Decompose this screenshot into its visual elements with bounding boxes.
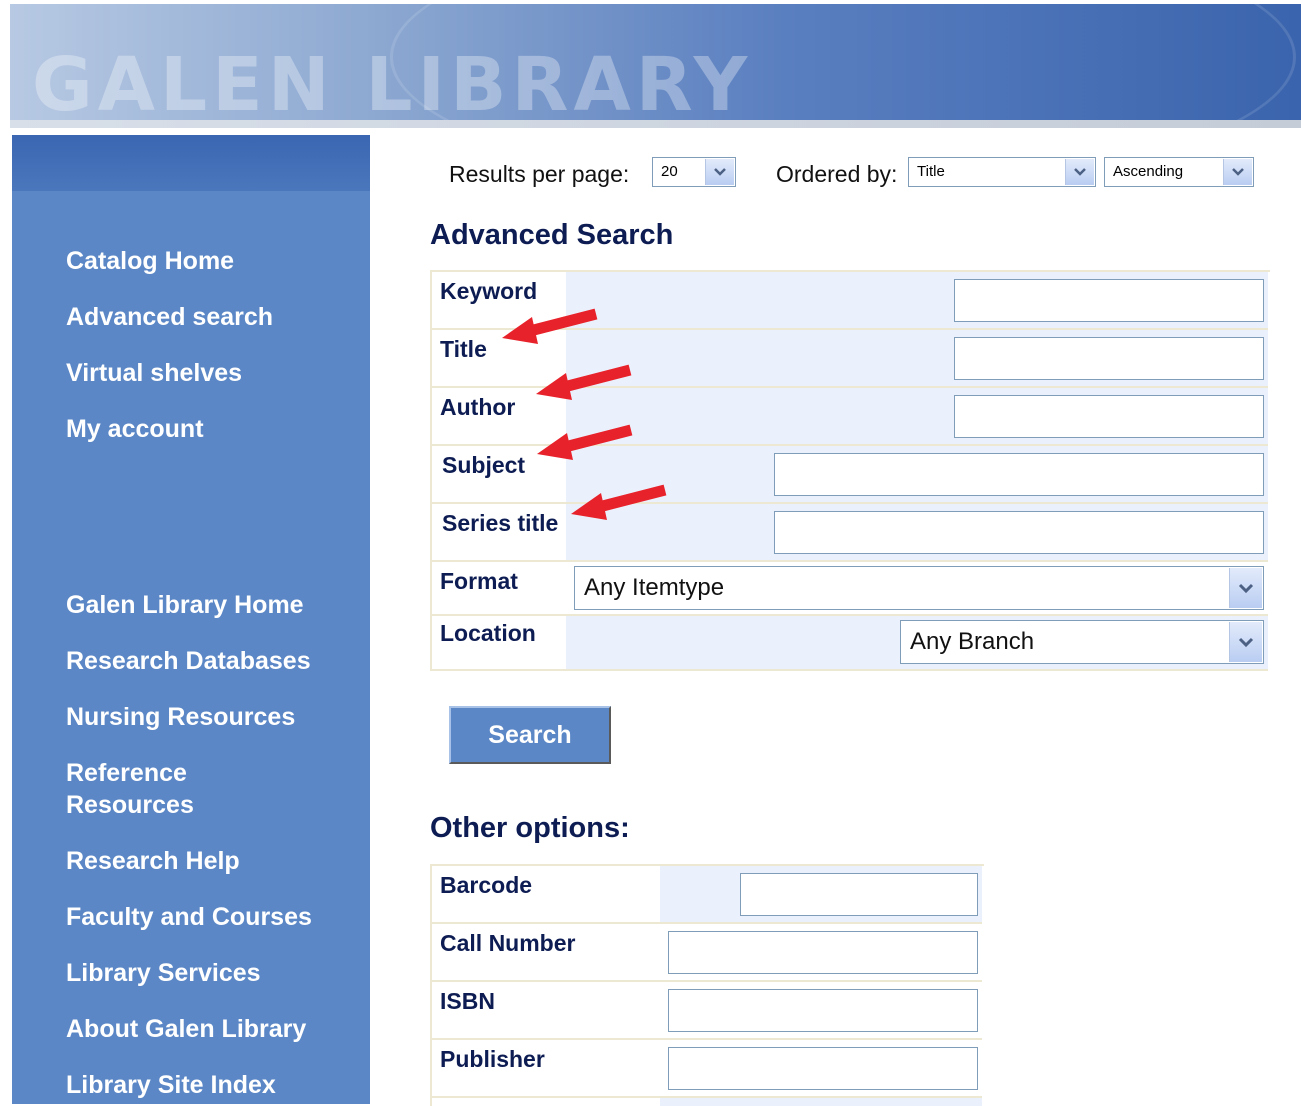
- results-per-page-select[interactable]: 20: [652, 157, 736, 187]
- barcode-input[interactable]: [740, 873, 978, 916]
- call-number-input[interactable]: [668, 931, 978, 974]
- other-options-form: Barcode Call Number ISBN Publisher: [430, 864, 984, 1106]
- series-title-label: Series title: [442, 510, 559, 536]
- red-arrow-icon: [537, 424, 633, 460]
- keyword-label: Keyword: [440, 278, 538, 304]
- form-row-publisher: Publisher: [432, 1040, 982, 1098]
- sidebar-item-research-help[interactable]: Research Help: [66, 845, 356, 877]
- sidebar-item-library-services[interactable]: Library Services: [66, 957, 356, 989]
- keyword-input[interactable]: [954, 279, 1264, 322]
- sidebar-item-galen-library-home[interactable]: Galen Library Home: [66, 589, 356, 621]
- banner-title: GALEN LIBRARY: [32, 42, 753, 126]
- subject-label: Subject: [442, 452, 526, 478]
- form-row-barcode: Barcode: [432, 866, 982, 924]
- sidebar-item-library-site-index[interactable]: Library Site Index: [66, 1069, 356, 1101]
- form-row-location: Location Any Branch: [432, 616, 1268, 671]
- subject-input[interactable]: [774, 453, 1264, 496]
- chevron-down-icon[interactable]: [1065, 159, 1094, 185]
- red-arrow-icon: [536, 364, 632, 400]
- barcode-label: Barcode: [440, 872, 533, 898]
- order-field-value: Title: [917, 163, 945, 180]
- form-row-isbn: ISBN: [432, 982, 982, 1040]
- title-input[interactable]: [954, 337, 1264, 380]
- chevron-down-icon[interactable]: [1223, 159, 1252, 185]
- format-select[interactable]: Any Itemtype: [574, 566, 1264, 610]
- sidebar-item-advanced-search[interactable]: Advanced search: [66, 301, 356, 333]
- location-label: Location: [440, 620, 536, 646]
- form-row-format: Format Any Itemtype: [432, 562, 1268, 616]
- form-row-series-title: Series title: [432, 504, 1268, 562]
- sidebar-item-faculty-and-courses[interactable]: Faculty and Courses: [66, 901, 356, 933]
- advanced-search-heading: Advanced Search: [430, 219, 674, 251]
- author-input[interactable]: [954, 395, 1264, 438]
- form-row-call-number: Call Number: [432, 924, 982, 982]
- isbn-label: ISBN: [440, 988, 495, 1014]
- format-label: Format: [440, 568, 518, 594]
- order-direction-value: Ascending: [1113, 163, 1184, 180]
- publisher-label: Publisher: [440, 1046, 545, 1072]
- search-button[interactable]: Search: [449, 706, 611, 764]
- series-title-input[interactable]: [774, 511, 1264, 554]
- form-row-partial: [432, 1098, 982, 1106]
- sidebar-item-nursing-resources[interactable]: Nursing Resources: [66, 701, 356, 733]
- chevron-down-icon[interactable]: [1229, 568, 1262, 608]
- order-direction-select[interactable]: Ascending: [1104, 157, 1254, 187]
- sidebar: Catalog Home Advanced search Virtual she…: [12, 135, 370, 1104]
- sidebar-item-catalog-home[interactable]: Catalog Home: [66, 245, 356, 277]
- location-select[interactable]: Any Branch: [900, 620, 1264, 664]
- chevron-down-icon[interactable]: [705, 159, 734, 185]
- site-banner: GALEN LIBRARY: [10, 4, 1301, 126]
- other-options-heading: Other options:: [430, 812, 630, 844]
- banner-divider: [10, 120, 1301, 128]
- sidebar-item-about-galen-library[interactable]: About Galen Library: [66, 1013, 356, 1045]
- sidebar-item-my-account[interactable]: My account: [66, 413, 356, 445]
- ordered-by-label: Ordered by:: [776, 161, 898, 187]
- results-per-page-label: Results per page:: [449, 161, 630, 187]
- red-arrow-icon: [571, 484, 667, 520]
- title-label: Title: [440, 336, 487, 362]
- chevron-down-icon[interactable]: [1229, 622, 1262, 662]
- location-select-value: Any Branch: [910, 628, 1035, 655]
- sidebar-item-research-databases[interactable]: Research Databases: [66, 645, 356, 677]
- format-select-value: Any Itemtype: [584, 574, 725, 601]
- sidebar-header: [12, 135, 370, 191]
- order-field-select[interactable]: Title: [908, 157, 1096, 187]
- author-label: Author: [440, 394, 516, 420]
- red-arrow-icon: [502, 308, 598, 344]
- results-per-page-value: 20: [661, 163, 678, 180]
- call-number-label: Call Number: [440, 930, 576, 956]
- sidebar-item-virtual-shelves[interactable]: Virtual shelves: [66, 357, 356, 389]
- isbn-input[interactable]: [668, 989, 978, 1032]
- publisher-input[interactable]: [668, 1047, 978, 1090]
- sidebar-item-reference-resources[interactable]: Reference Resources: [66, 757, 226, 821]
